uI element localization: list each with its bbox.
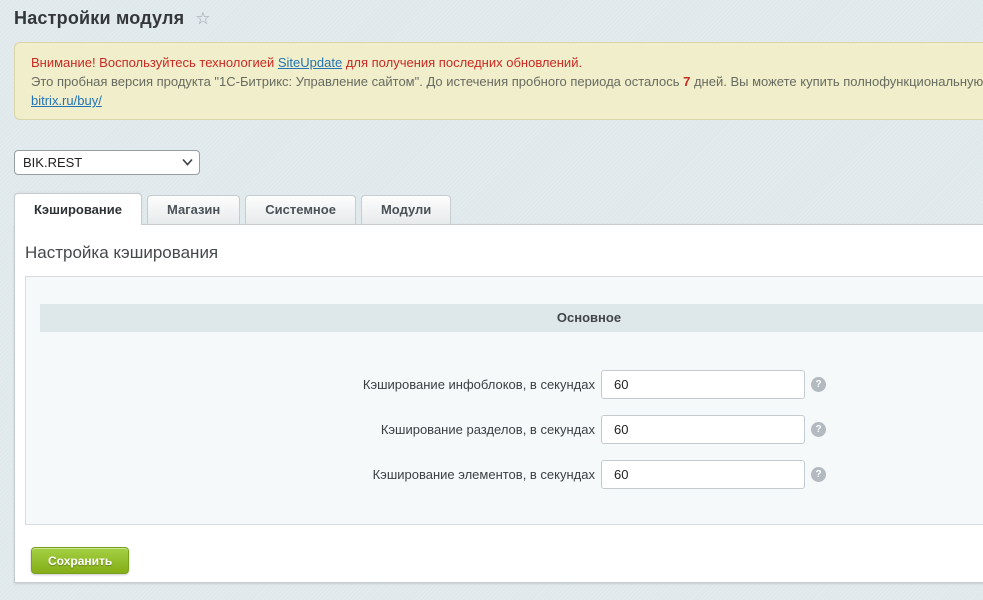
tab-content-panel: Настройка кэширования Основное Кэширован… bbox=[14, 224, 983, 583]
settings-tabs: Кэширование Магазин Системное Модули bbox=[14, 192, 456, 224]
trial-version-line: Это пробная версия продукта "1С-Битрикс:… bbox=[31, 72, 983, 91]
trial-version-text-end: дней. Вы можете купить полнофункциональн… bbox=[690, 74, 983, 89]
update-warning-line: Внимание! Воспользуйтесь технологией Sit… bbox=[31, 53, 983, 72]
caching-form: Основное Кэширование инфоблоков, в секун… bbox=[25, 276, 983, 525]
tab-shop[interactable]: Магазин bbox=[147, 195, 240, 224]
form-row-sections: Кэширование разделов, в секундах ? bbox=[26, 415, 983, 460]
infoblocks-cache-input[interactable] bbox=[601, 370, 805, 399]
infoblocks-cache-label: Кэширование инфоблоков, в секундах bbox=[26, 370, 595, 399]
favorite-star-icon[interactable]: ☆ bbox=[195, 10, 210, 27]
form-row-infoblocks: Кэширование инфоблоков, в секундах ? bbox=[26, 370, 983, 415]
bitrix-buy-link[interactable]: bitrix.ru/buy/ bbox=[31, 93, 102, 108]
section-heading: Настройка кэширования bbox=[25, 243, 218, 263]
update-warning-text: Внимание! Воспользуйтесь технологией bbox=[31, 55, 278, 70]
trial-notice-banner: Внимание! Воспользуйтесь технологией Sit… bbox=[14, 42, 983, 120]
elements-cache-label: Кэширование элементов, в секундах bbox=[26, 460, 595, 489]
tab-modules[interactable]: Модули bbox=[361, 195, 451, 224]
tab-caching[interactable]: Кэширование bbox=[14, 193, 142, 225]
help-icon[interactable]: ? bbox=[811, 377, 826, 392]
page-title: Настройки модуля bbox=[14, 8, 184, 29]
help-icon[interactable]: ? bbox=[811, 467, 826, 482]
module-select[interactable]: BIK.REST bbox=[14, 150, 200, 175]
sections-cache-input[interactable] bbox=[601, 415, 805, 444]
save-button[interactable]: Сохранить bbox=[31, 547, 129, 574]
trial-version-text: Это пробная версия продукта "1С-Битрикс:… bbox=[31, 74, 683, 89]
buy-link-line: bitrix.ru/buy/ bbox=[31, 91, 983, 110]
form-section-header: Основное bbox=[40, 304, 983, 332]
help-icon[interactable]: ? bbox=[811, 422, 826, 437]
update-warning-text-end: для получения последних обновлений. bbox=[342, 55, 582, 70]
tab-system[interactable]: Системное bbox=[245, 195, 356, 224]
siteupdate-link[interactable]: SiteUpdate bbox=[278, 55, 342, 70]
form-rows: Кэширование инфоблоков, в секундах ? Кэш… bbox=[26, 370, 983, 505]
page-header: Настройки модуля ☆ bbox=[14, 8, 211, 29]
sections-cache-label: Кэширование разделов, в секундах bbox=[26, 415, 595, 444]
elements-cache-input[interactable] bbox=[601, 460, 805, 489]
module-select-wrapper: BIK.REST bbox=[14, 150, 200, 175]
form-row-elements: Кэширование элементов, в секундах ? bbox=[26, 460, 983, 505]
